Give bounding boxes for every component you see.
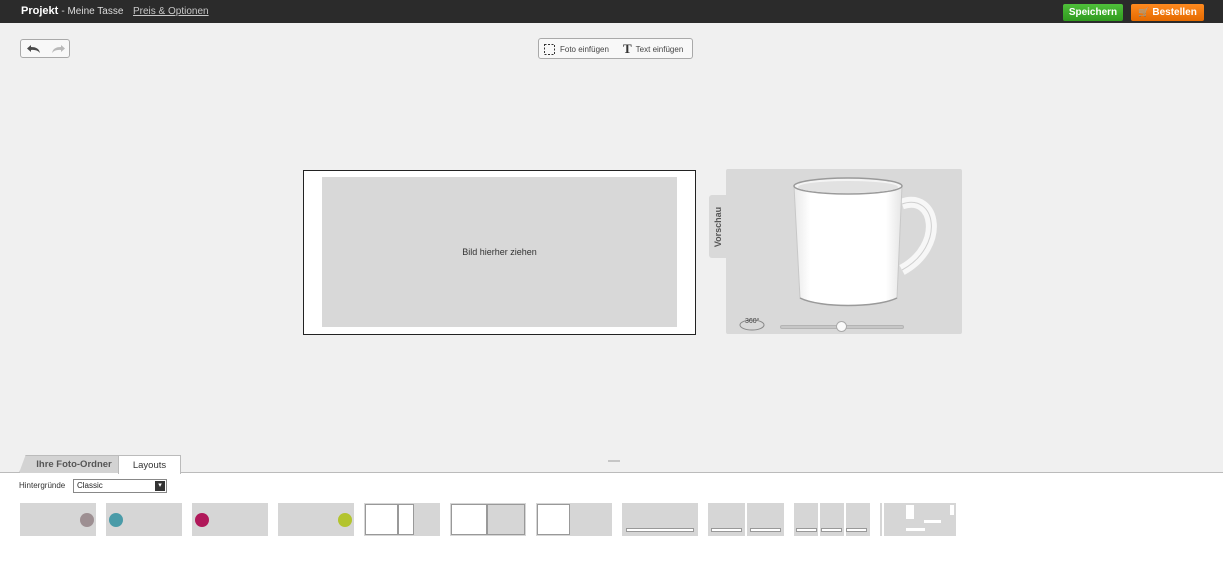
layout-text-slot	[711, 528, 742, 532]
color-dot	[338, 513, 352, 527]
mug-preview-image	[793, 177, 937, 307]
text-icon: T	[623, 41, 632, 56]
project-name: - Meine Tasse	[61, 6, 124, 17]
undo-icon	[27, 45, 40, 53]
backgrounds-label: Hintergründe	[19, 481, 66, 490]
drop-hint: Bild hierher ziehen	[462, 247, 537, 257]
tabs-divider	[0, 472, 1223, 473]
layout-text-slot	[796, 528, 817, 532]
tab-layouts[interactable]: Layouts	[118, 455, 181, 474]
layout-photo-slot	[365, 504, 398, 535]
image-drop-area[interactable]: Bild hierher ziehen	[322, 177, 677, 327]
layout-thumb-8[interactable]	[622, 503, 698, 536]
undo-button[interactable]	[25, 42, 45, 56]
order-button[interactable]: 🛒 Bestellen	[1131, 4, 1204, 21]
project-label: Projekt	[21, 5, 59, 17]
insert-text-label: Text einfügen	[635, 44, 684, 54]
redo-button[interactable]	[47, 42, 67, 56]
tab-photo-folders[interactable]: Ihre Foto-Ordner	[19, 455, 129, 473]
rotate-360-button[interactable]: 360°	[739, 317, 767, 331]
rotation-slider-thumb[interactable]	[836, 321, 847, 332]
layout-thumb-6[interactable]	[450, 503, 526, 536]
panel-resize-handle[interactable]	[608, 460, 620, 462]
insert-photo-button[interactable]: Foto einfügen	[543, 42, 609, 56]
chevron-down-icon: ▾	[155, 481, 165, 491]
rotate-360-label: 360°	[745, 318, 760, 325]
color-dot	[195, 513, 209, 527]
save-button[interactable]: Speichern	[1063, 4, 1123, 21]
backgrounds-select-value: Classic	[77, 481, 103, 490]
insert-toolbar: Foto einfügen T Text einfügen	[538, 38, 693, 59]
layout-photo-slot	[451, 504, 487, 535]
layout-text-slot	[750, 528, 781, 532]
photo-frame-icon	[544, 43, 555, 55]
design-canvas[interactable]: Bild hierher ziehen	[303, 170, 696, 335]
layout-thumb-2[interactable]	[106, 503, 182, 536]
layout-text-slot	[821, 528, 842, 532]
redo-icon	[52, 45, 65, 53]
layout-thumb-1[interactable]	[20, 503, 96, 536]
tab-photo-folders-label: Ihre Foto-Ordner	[36, 459, 112, 470]
layout-thumb-5[interactable]	[364, 503, 440, 536]
preview-tab-label: Vorschau	[713, 206, 724, 247]
layout-thumb-7[interactable]	[536, 503, 612, 536]
layout-thumb-11[interactable]	[880, 503, 956, 536]
color-dot	[109, 513, 123, 527]
layout-thumb-10[interactable]	[794, 503, 870, 536]
backgrounds-select[interactable]: Classic ▾	[73, 479, 167, 493]
project-title: Projekt - Meine Tasse	[21, 5, 123, 17]
preview-tab-label-wrap: Vorschau	[709, 195, 727, 258]
tab-layouts-label: Layouts	[132, 459, 167, 471]
layout-photo-slot	[398, 504, 414, 535]
cart-icon: 🛒	[1138, 7, 1150, 17]
layout-thumb-9[interactable]	[708, 503, 784, 536]
order-label: Bestellen	[1152, 7, 1197, 18]
layout-text-slot	[846, 528, 867, 532]
layout-thumb-4[interactable]	[278, 503, 354, 536]
layout-photo-slot	[537, 504, 570, 535]
layout-thumb-3[interactable]	[192, 503, 268, 536]
layout-text-slot	[626, 528, 694, 532]
undo-redo-group	[20, 39, 70, 58]
price-options-link[interactable]: Preis & Optionen	[133, 6, 209, 17]
insert-text-button[interactable]: T Text einfügen	[623, 42, 683, 56]
color-dot	[80, 513, 94, 527]
insert-photo-label: Foto einfügen	[560, 44, 609, 54]
layout-photo-slot	[487, 504, 525, 535]
